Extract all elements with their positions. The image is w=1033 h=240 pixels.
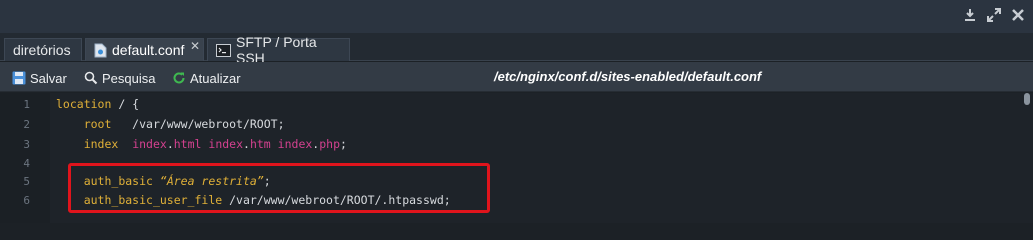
code-line-3[interactable]: index index.html index.htm index.php; xyxy=(56,137,347,151)
tab-label: default.conf xyxy=(112,42,185,58)
line-number: 2 xyxy=(23,118,30,131)
tab-bar: diretórios default.conf ✕ SFTP / Porta S… xyxy=(0,33,1033,66)
search-label: Pesquisa xyxy=(102,70,156,86)
save-label: Salvar xyxy=(30,70,67,86)
line-number: 6 xyxy=(23,194,30,207)
tab-default-conf[interactable]: default.conf ✕ xyxy=(85,38,204,61)
refresh-button[interactable]: Atualizar xyxy=(172,69,241,87)
save-icon xyxy=(12,71,26,85)
download-icon[interactable] xyxy=(961,6,979,24)
close-icon[interactable] xyxy=(1009,6,1027,24)
line-number: 4 xyxy=(23,157,30,170)
window-controls xyxy=(961,6,1027,24)
file-path: /etc/nginx/conf.d/sites-enabled/default.… xyxy=(494,69,762,84)
toolbar: Salvar Pesquisa Atualizar /etc/nginx/con… xyxy=(0,62,1033,92)
line-number: 1 xyxy=(23,98,30,111)
search-icon xyxy=(84,71,98,85)
refresh-icon xyxy=(172,71,186,85)
code-line-2[interactable]: root /var/www/webroot/ROOT; xyxy=(56,117,285,131)
scrollbar-thumb[interactable] xyxy=(1024,93,1030,105)
expand-icon[interactable] xyxy=(985,6,1003,24)
line-number: 5 xyxy=(23,175,30,188)
tab-label: diretórios xyxy=(13,42,71,58)
tab-diretorios[interactable]: diretórios xyxy=(4,38,82,61)
search-button[interactable]: Pesquisa xyxy=(84,69,155,87)
tab-close-icon[interactable]: ✕ xyxy=(190,40,200,52)
tab-sftp-ssh[interactable]: SFTP / Porta SSH xyxy=(207,34,350,66)
refresh-label: Atualizar xyxy=(190,70,241,86)
code-editor[interactable]: 1 2 3 4 5 6 location / { root /var/www/w… xyxy=(0,93,1033,223)
save-button[interactable]: Salvar xyxy=(12,69,67,87)
file-gear-icon xyxy=(94,43,107,58)
terminal-icon xyxy=(216,43,231,57)
line-gutter: 1 2 3 4 5 6 xyxy=(0,93,50,223)
code-line-1[interactable]: location / { xyxy=(56,97,139,111)
title-bar xyxy=(0,0,1033,33)
highlight-box xyxy=(68,163,490,213)
line-number: 3 xyxy=(23,138,30,151)
